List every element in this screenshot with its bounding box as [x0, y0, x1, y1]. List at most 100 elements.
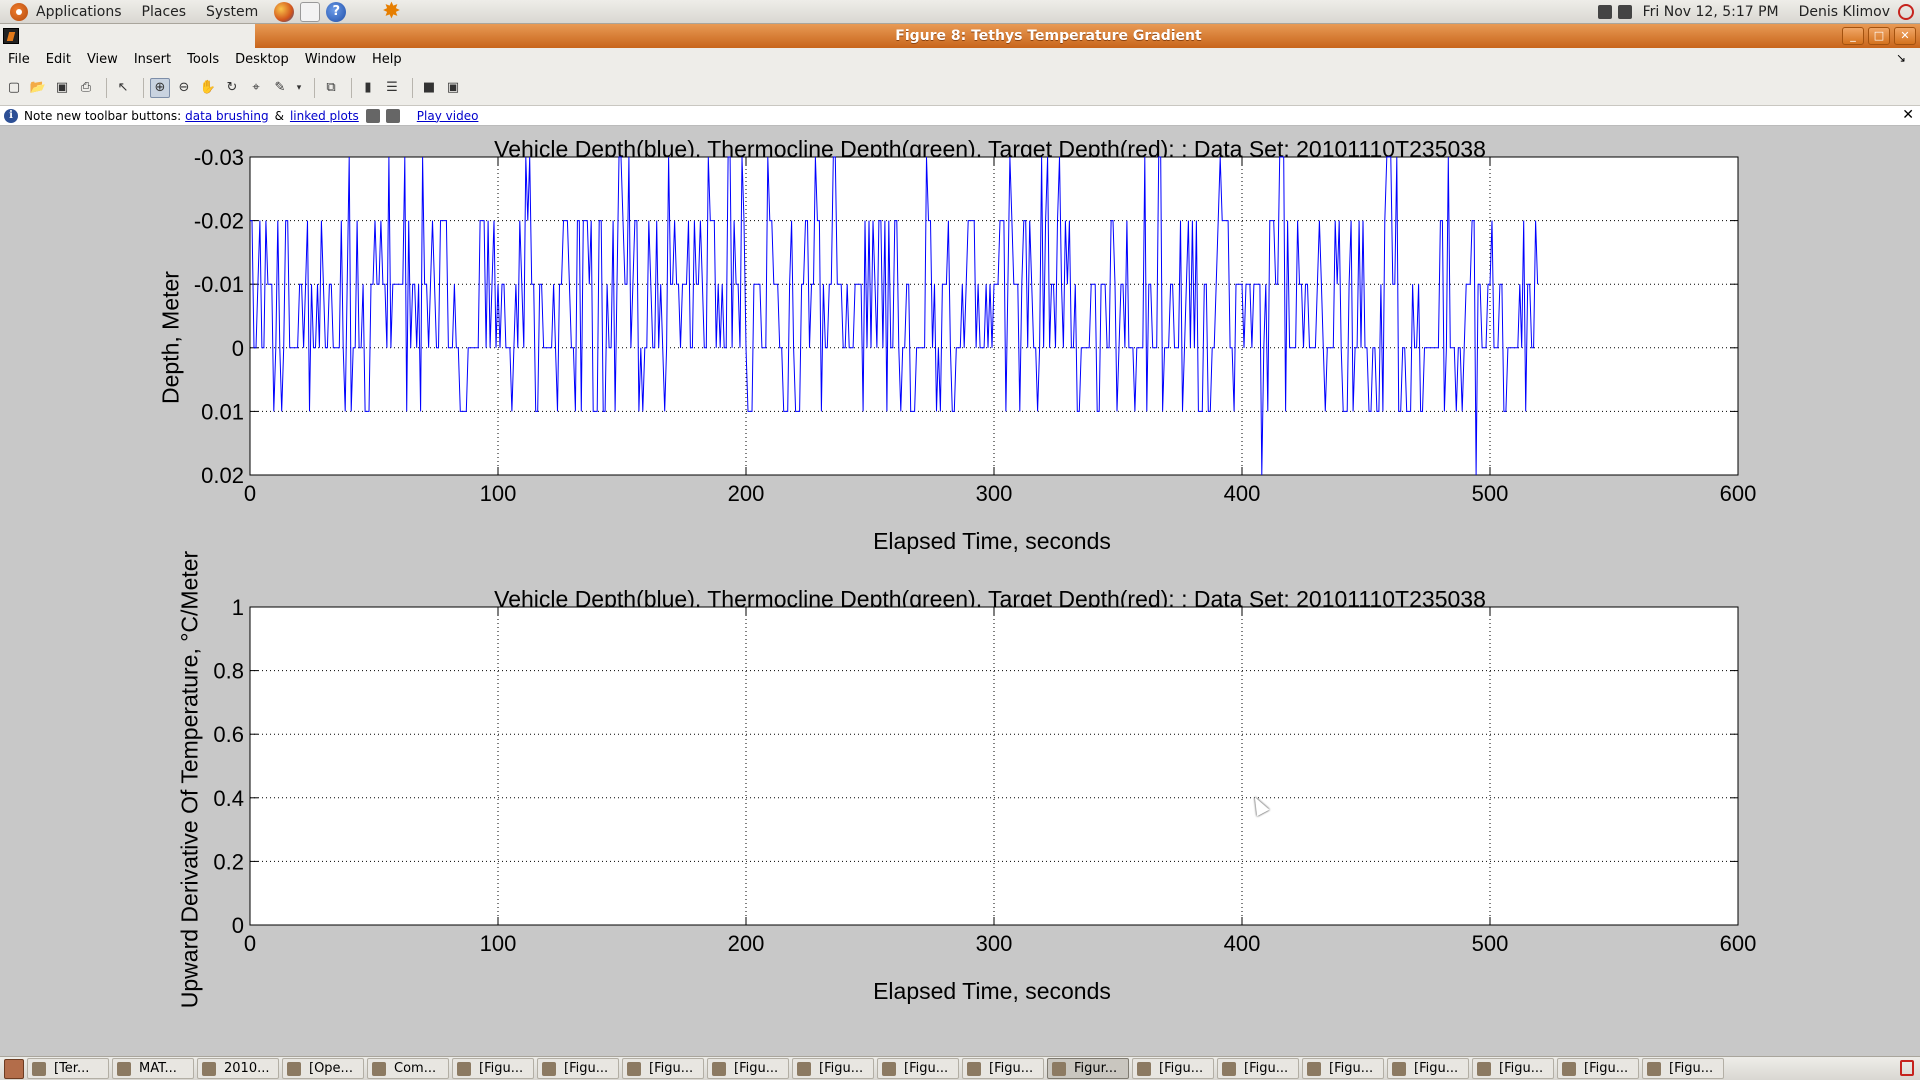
taskbar-item[interactable]: [Figu...	[707, 1058, 789, 1079]
task-label: [Ter...	[54, 1061, 90, 1076]
system-menu[interactable]: System	[196, 0, 268, 24]
power-icon[interactable]	[1898, 4, 1914, 20]
clock[interactable]: Fri Nov 12, 5:17 PM	[1643, 4, 1779, 20]
taskbar-item[interactable]: [Figu...	[962, 1058, 1044, 1079]
plot1-xtick-label: 200	[728, 481, 765, 506]
firefox-icon[interactable]	[274, 1, 295, 22]
taskbar-item[interactable]: [Figu...	[1302, 1058, 1384, 1079]
show-desktop-button[interactable]	[4, 1058, 24, 1079]
legend-icon[interactable]: ☰	[382, 78, 402, 98]
taskbar-item[interactable]: [Figu...	[1472, 1058, 1554, 1079]
brush-dropdown-icon[interactable]: ▾	[294, 78, 304, 98]
taskbar-item[interactable]: [Figu...	[877, 1058, 959, 1079]
task-label: [Figu...	[1669, 1061, 1714, 1076]
open-file-icon[interactable]: 📂	[28, 78, 48, 98]
task-list: [Ter... MAT... 2010... [Ope... Com... [Figu..…	[24, 1058, 1724, 1079]
taskbar-item[interactable]: Figur...	[1047, 1058, 1129, 1079]
plot2-ytick-label: 0.6	[213, 722, 244, 747]
update-notifier-icon[interactable]: ✸	[382, 0, 400, 22]
task-label: [Figu...	[1244, 1061, 1289, 1076]
task-label: MAT...	[139, 1061, 177, 1076]
help-icon[interactable]: ?	[326, 1, 347, 22]
task-app-icon	[967, 1061, 981, 1076]
menu-edit[interactable]: Edit	[38, 52, 79, 67]
undock-icon[interactable]: ↘	[1888, 51, 1914, 65]
taskbar-item[interactable]: [Figu...	[1387, 1058, 1469, 1079]
hide-tools-icon[interactable]: ■	[419, 78, 439, 98]
menu-insert[interactable]: Insert	[126, 52, 179, 67]
linked-plots-link[interactable]: linked plots	[290, 109, 359, 123]
plot1-axes[interactable]: 0 100 200 300 400 500 600 -0.03 -0.02 -0.01 0 0.01 0…	[0, 145, 1920, 506]
plot1-ylabel: Depth, Meter	[157, 271, 184, 404]
taskbar-item[interactable]: [Figu...	[1217, 1058, 1299, 1079]
taskbar-item[interactable]: Com...	[367, 1058, 449, 1079]
figure-canvas[interactable]: Vehicle Depth(blue), Thermocline Depth(g…	[0, 126, 1920, 1056]
applications-menu[interactable]: Applications	[0, 0, 132, 24]
print-icon[interactable]: ⎙	[76, 78, 96, 98]
close-infobar-icon[interactable]: ✕	[1902, 107, 1914, 123]
trash-icon[interactable]	[1900, 1060, 1914, 1076]
close-window-button[interactable]: ✕	[1894, 27, 1916, 45]
zoom-in-icon[interactable]: ⊕	[150, 77, 170, 98]
matlab-icon[interactable]	[3, 28, 19, 44]
menu-desktop[interactable]: Desktop	[227, 52, 297, 67]
task-app-icon	[1222, 1061, 1236, 1076]
rotate-3d-icon[interactable]: ↻	[222, 78, 242, 98]
taskbar-item[interactable]: 2010...	[197, 1058, 279, 1079]
menu-view[interactable]: View	[79, 52, 126, 67]
plot1-xtick-label: 500	[1472, 481, 1509, 506]
top-panel: Applications Places System ? ✸ Fri Nov 1…	[0, 0, 1920, 24]
places-menu[interactable]: Places	[132, 0, 197, 24]
plot1-xtick-label: 400	[1224, 481, 1261, 506]
task-app-icon	[457, 1061, 471, 1076]
taskbar-item[interactable]: [Figu...	[1132, 1058, 1214, 1079]
mail-icon[interactable]	[300, 1, 321, 22]
taskbar-item[interactable]: [Figu...	[1642, 1058, 1724, 1079]
minimize-button[interactable]: _	[1842, 27, 1864, 45]
menu-help[interactable]: Help	[364, 52, 410, 67]
window-titlebar[interactable]: Figure 8: Tethys Temperature Gradient _ …	[0, 24, 1920, 48]
brush-icon[interactable]: ✎	[270, 78, 290, 98]
menu-file[interactable]: File	[0, 52, 38, 67]
pan-hand-icon[interactable]: ✋	[198, 78, 218, 98]
taskbar-item[interactable]: [Figu...	[792, 1058, 874, 1079]
volume-icon[interactable]	[1617, 5, 1632, 19]
plot1-xlabel: Elapsed Time, seconds	[873, 528, 1111, 554]
data-cursor-icon[interactable]: ⌖	[246, 78, 266, 98]
new-figure-icon[interactable]: ▢	[4, 78, 24, 98]
link-plot-icon[interactable]: ⧉	[321, 78, 341, 98]
play-video-link[interactable]: Play video	[417, 109, 479, 123]
plot2-axes[interactable]: 0 100 200 300 400 500 600 0 0.2 0.4 0.6 0.8 1	[0, 595, 1920, 956]
plot2-ytick-label: 0.4	[213, 786, 244, 811]
task-label: [Figu...	[479, 1061, 524, 1076]
menu-window[interactable]: Window	[297, 52, 364, 67]
taskbar-item[interactable]: [Figu...	[452, 1058, 534, 1079]
user-name[interactable]: Denis Klimov	[1799, 4, 1890, 20]
taskbar-item[interactable]: [Ter...	[27, 1058, 109, 1079]
plot2-xtick-label: 200	[728, 931, 765, 956]
taskbar-item[interactable]: [Figu...	[622, 1058, 704, 1079]
show-tools-icon[interactable]: ▣	[443, 78, 463, 98]
maximize-button[interactable]: □	[1868, 27, 1890, 45]
taskbar-item[interactable]: [Figu...	[537, 1058, 619, 1079]
plot2-plot-area	[250, 607, 1738, 925]
plot1-xtick-label: 100	[480, 481, 517, 506]
task-app-icon	[202, 1061, 216, 1076]
colorbar-icon[interactable]: ▮	[358, 78, 378, 98]
save-icon[interactable]: ▣	[52, 78, 72, 98]
task-label: Com...	[394, 1061, 437, 1076]
task-app-icon	[627, 1061, 641, 1076]
zoom-out-icon[interactable]: ⊖	[174, 78, 194, 98]
plot1-ytick-label: -0.01	[194, 272, 244, 297]
taskbar-item[interactable]: [Ope...	[282, 1058, 364, 1079]
window-title: Figure 8: Tethys Temperature Gradient	[895, 28, 1202, 44]
taskbar-item[interactable]: [Figu...	[1557, 1058, 1639, 1079]
network-icon[interactable]	[1597, 5, 1612, 19]
plot1-xtick-label: 0	[244, 481, 256, 506]
menu-tools[interactable]: Tools	[179, 52, 227, 67]
task-app-icon	[1137, 1061, 1151, 1076]
task-app-icon	[287, 1061, 301, 1076]
select-arrow-icon[interactable]: ↖	[113, 78, 133, 98]
data-brushing-link[interactable]: data brushing	[185, 109, 268, 123]
taskbar-item[interactable]: MAT...	[112, 1058, 194, 1079]
